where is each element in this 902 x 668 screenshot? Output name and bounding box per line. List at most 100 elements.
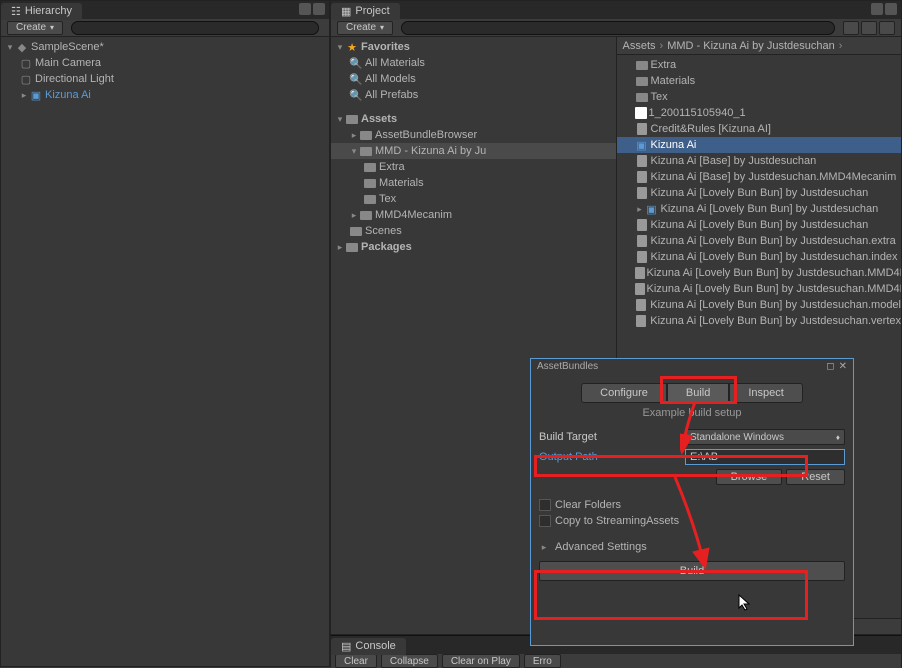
search-icon: 🔍	[349, 88, 363, 102]
file-row[interactable]: Extra	[617, 57, 902, 73]
gameobject-row[interactable]: ▢ Directional Light	[1, 71, 329, 87]
folder-row[interactable]: Materials	[331, 175, 616, 191]
foldout-icon[interactable]: ▸	[19, 90, 29, 101]
gameobject-icon: ▢	[19, 72, 33, 86]
file-row[interactable]: ▣Kizuna Ai	[617, 137, 902, 153]
advanced-settings-foldout[interactable]: ▸ Advanced Settings	[539, 541, 845, 553]
prefab-icon: ▣	[645, 202, 659, 216]
file-row[interactable]: Kizuna Ai [Lovely Bun Bun] by Justdesuch…	[617, 217, 902, 233]
clear-folders-check[interactable]: Clear Folders	[539, 499, 845, 511]
hierarchy-tab[interactable]: ☷ Hierarchy	[1, 3, 82, 20]
file-label: Credit&Rules [Kizuna AI]	[651, 123, 771, 135]
file-row[interactable]: 1_200115105940_1	[617, 105, 902, 121]
gameobject-label: Directional Light	[35, 73, 114, 85]
output-path-input[interactable]	[685, 449, 845, 465]
breadcrumb-item[interactable]: Assets	[623, 40, 656, 52]
panel-options[interactable]	[871, 3, 897, 15]
tab-configure[interactable]: Configure	[581, 383, 667, 403]
project-filter-icons	[843, 21, 895, 35]
tab-build[interactable]: Build	[667, 383, 729, 403]
clear-on-play-button[interactable]: Clear on Play	[442, 654, 520, 668]
file-icon	[635, 122, 649, 136]
foldout-icon[interactable]: ▾	[5, 42, 15, 53]
project-search[interactable]	[401, 21, 835, 35]
file-label: Tex	[651, 91, 668, 103]
foldout-icon[interactable]: ▸	[635, 204, 645, 215]
assets-row[interactable]: ▾Assets	[331, 111, 616, 127]
search-icon: 🔍	[349, 72, 363, 86]
file-row[interactable]: Kizuna Ai [Lovely Bun Bun] by Justdesuch…	[617, 185, 902, 201]
favorites-row[interactable]: ▾★ Favorites	[331, 39, 616, 55]
close-icon[interactable]: ✕	[839, 361, 847, 372]
favorite-item[interactable]: 🔍All Materials	[331, 55, 616, 71]
folder-row[interactable]: Scenes	[331, 223, 616, 239]
file-row[interactable]: Kizuna Ai [Lovely Bun Bun] by Justdesuch…	[617, 265, 902, 281]
file-row[interactable]: Kizuna Ai [Lovely Bun Bun] by Justdesuch…	[617, 313, 902, 329]
tab-inspect[interactable]: Inspect	[729, 383, 802, 403]
copy-streaming-check[interactable]: Copy to StreamingAssets	[539, 515, 845, 527]
folder-row[interactable]: ▸MMD4Mecanim	[331, 207, 616, 223]
file-row[interactable]: Kizuna Ai [Lovely Bun Bun] by Justdesuch…	[617, 249, 902, 265]
file-row[interactable]: Credit&Rules [Kizuna AI]	[617, 121, 902, 137]
file-label: Kizuna Ai [Lovely Bun Bun] by Justdesuch…	[651, 251, 898, 263]
file-icon	[635, 298, 649, 312]
gameobject-row[interactable]: ▢ Main Camera	[1, 55, 329, 71]
breadcrumb-item[interactable]: MMD - Kizuna Ai by Justdesuchan	[667, 40, 835, 52]
filter-icon[interactable]	[861, 21, 877, 35]
reset-button[interactable]: Reset	[786, 469, 845, 485]
packages-row[interactable]: ▸Packages	[331, 239, 616, 255]
build-target-dropdown[interactable]: Standalone Windows♦	[685, 429, 845, 445]
create-button[interactable]: Create▾	[7, 21, 63, 35]
advanced-label: Advanced Settings	[555, 541, 647, 553]
cursor-icon	[738, 594, 754, 615]
checkbox-icon[interactable]	[539, 499, 551, 511]
file-row[interactable]: Materials	[617, 73, 902, 89]
console-toolbar: Clear Collapse Clear on Play Erro	[331, 654, 901, 668]
file-row[interactable]: Kizuna Ai [Lovely Bun Bun] by Justdesuch…	[617, 281, 902, 297]
assetbundles-titlebar[interactable]: AssetBundles ◻ ✕	[531, 359, 853, 373]
scene-row[interactable]: ▾ ◆ SampleScene*	[1, 39, 329, 55]
project-tab[interactable]: ▦ Project	[331, 3, 400, 20]
browse-button[interactable]: Browse	[716, 469, 783, 485]
folder-icon	[345, 112, 359, 126]
file-label: Kizuna Ai [Lovely Bun Bun] by Justdesuch…	[650, 315, 901, 327]
folder-row[interactable]: ▸AssetBundleBrowser	[331, 127, 616, 143]
filter-icon[interactable]	[843, 21, 859, 35]
file-row[interactable]: ▸▣Kizuna Ai [Lovely Bun Bun] by Justdesu…	[617, 201, 902, 217]
hierarchy-search[interactable]	[71, 21, 319, 35]
hierarchy-tree: ▾ ◆ SampleScene* ▢ Main Camera ▢ Directi…	[1, 37, 329, 666]
folder-icon	[635, 90, 649, 104]
hierarchy-title: Hierarchy	[25, 5, 72, 17]
file-label: Kizuna Ai [Lovely Bun Bun] by Justdesuch…	[651, 219, 869, 231]
file-label: Kizuna Ai [Base] by Justdesuchan	[651, 155, 817, 167]
gameobject-row[interactable]: ▸ ▣ Kizuna Ai	[1, 87, 329, 103]
file-row[interactable]: Tex	[617, 89, 902, 105]
filter-icon[interactable]	[879, 21, 895, 35]
folder-icon	[349, 224, 363, 238]
file-label: Kizuna Ai [Lovely Bun Bun] by Justdesuch…	[650, 299, 901, 311]
search-icon: 🔍	[349, 56, 363, 70]
assetbundles-tabs: Configure Build Inspect	[531, 383, 853, 403]
checkbox-icon[interactable]	[539, 515, 551, 527]
console-tab[interactable]: ▤ Console	[331, 638, 406, 655]
file-icon	[635, 234, 649, 248]
folder-row[interactable]: Tex	[331, 191, 616, 207]
file-row[interactable]: Kizuna Ai [Base] by Justdesuchan	[617, 153, 902, 169]
create-button[interactable]: Create▾	[337, 21, 393, 35]
project-icon: ▦	[341, 5, 351, 18]
maximize-icon[interactable]: ◻	[826, 361, 834, 372]
file-row[interactable]: Kizuna Ai [Base] by Justdesuchan.MMD4Mec…	[617, 169, 902, 185]
favorite-item[interactable]: 🔍All Models	[331, 71, 616, 87]
build-button[interactable]: Build	[539, 561, 845, 581]
folder-row[interactable]: Extra	[331, 159, 616, 175]
file-row[interactable]: Kizuna Ai [Lovely Bun Bun] by Justdesuch…	[617, 297, 902, 313]
collapse-button[interactable]: Collapse	[381, 654, 438, 668]
folder-row[interactable]: ▾MMD - Kizuna Ai by Ju	[331, 143, 616, 159]
favorite-item[interactable]: 🔍All Prefabs	[331, 87, 616, 103]
file-row[interactable]: Kizuna Ai [Lovely Bun Bun] by Justdesuch…	[617, 233, 902, 249]
foldout-icon: ▸	[539, 542, 549, 553]
error-button[interactable]: Erro	[524, 654, 561, 668]
folder-icon	[635, 58, 649, 72]
panel-options[interactable]	[299, 3, 325, 15]
clear-button[interactable]: Clear	[335, 654, 377, 668]
